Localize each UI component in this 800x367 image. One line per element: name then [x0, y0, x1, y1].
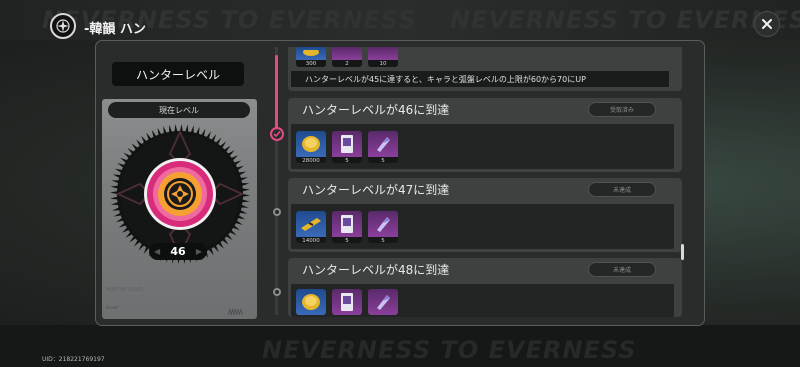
compass-emblem-icon	[50, 13, 76, 39]
reward-item[interactable]: 14000	[296, 211, 326, 243]
status-badge[interactable]: 未達成	[588, 182, 656, 197]
reward-item[interactable]: 300	[296, 47, 326, 67]
watermark-text: NEVERNESS TO EVERNESS	[450, 6, 800, 34]
current-level-label: 現在レベル	[108, 102, 250, 118]
level-cap-note: ハンターレベルが45に達すると、キャラと弧盤レベルの上限が60から70にUP	[291, 71, 669, 87]
purple-item-icon	[332, 47, 362, 60]
user-id: UID：218221769197	[42, 356, 105, 363]
purple-item-icon	[368, 47, 398, 60]
timeline-node	[273, 288, 281, 296]
reward-item[interactable]	[296, 289, 326, 315]
reward-quantity: 10	[368, 60, 398, 67]
crystal-shard-icon	[368, 211, 398, 237]
reward-quantity: 2	[332, 60, 362, 67]
character-card-icon	[332, 131, 362, 157]
reward-quantity: 5	[368, 237, 398, 243]
close-button[interactable]	[754, 11, 780, 37]
reward-quantity: 5	[368, 157, 398, 163]
chevron-left-icon: ◀	[154, 247, 161, 256]
scrollbar-thumb[interactable]	[681, 244, 684, 260]
reward-item[interactable]: 5	[368, 211, 398, 243]
reward-item[interactable]: 10	[368, 47, 398, 67]
character-card-icon	[332, 211, 362, 237]
reward-item[interactable]: 5	[332, 211, 362, 243]
level-number: 46	[170, 245, 186, 258]
reward-item[interactable]: 28000	[296, 131, 326, 163]
timeline-progress	[275, 55, 278, 132]
chevron-right-icon: ▶	[195, 247, 202, 256]
character-card-icon	[332, 289, 362, 315]
status-badge[interactable]: 受取済み	[588, 102, 656, 117]
reward-quantity: 5	[332, 157, 362, 163]
page-title: -韓韻 ハン	[84, 22, 146, 37]
reward-item[interactable]	[332, 289, 362, 315]
deco-caption: HUNTER LEVEL	[106, 287, 144, 293]
reward-item[interactable]: 2	[332, 47, 362, 67]
zigzag-decoration: /\/\/\/\/\	[228, 308, 243, 316]
watermark-text: NEVERNESS TO EVERNESS	[262, 336, 637, 364]
status-badge[interactable]: 未達成	[588, 262, 656, 277]
gold-bar-icon	[296, 211, 326, 237]
reward-item[interactable]	[368, 289, 398, 315]
reward-item[interactable]: 5	[368, 131, 398, 163]
timeline-node	[273, 208, 281, 216]
current-level-value: ◀ 46 ▶	[149, 243, 207, 260]
gold-coin-icon	[296, 47, 326, 60]
reward-quantity: 14000	[296, 237, 326, 243]
reward-quantity: 300	[296, 60, 326, 67]
check-icon	[270, 127, 284, 141]
gold-coin-icon	[296, 289, 326, 315]
reward-item[interactable]: 5	[332, 131, 362, 163]
crystal-shard-icon	[368, 131, 398, 157]
crystal-shard-icon	[368, 289, 398, 315]
reward-quantity: 5	[332, 237, 362, 243]
close-icon	[762, 19, 772, 29]
deco-signature: level	[106, 305, 118, 311]
gold-coin-icon	[296, 131, 326, 157]
panel-title: ハンターレベル	[112, 62, 244, 86]
reward-quantity: 28000	[296, 157, 326, 163]
